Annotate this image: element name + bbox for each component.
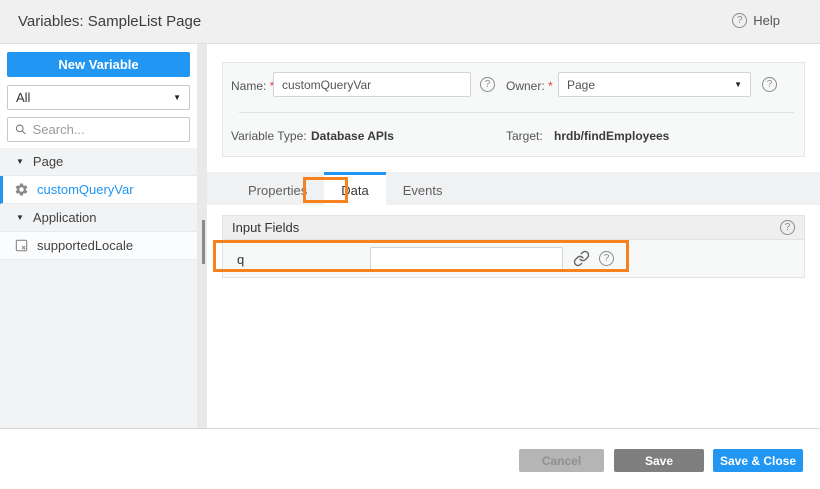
owner-label: Owner: * (506, 79, 553, 93)
page-title: Variables: SampleList Page (18, 13, 201, 30)
tree-group-label: Application (33, 210, 97, 225)
variables-tree: ▼ Page customQueryVar ▼ Application su (0, 148, 197, 428)
name-field[interactable] (273, 72, 471, 97)
search-icon (15, 123, 27, 136)
dialog-footer: Cancel Save Save & Close (0, 428, 820, 489)
help-button[interactable]: ? Help (732, 13, 780, 28)
owner-selected-value: Page (567, 78, 595, 92)
tree-item-label: customQueryVar (37, 182, 134, 197)
collapse-arrow-icon: ▼ (16, 157, 24, 166)
field-help-icon[interactable]: ? (599, 251, 614, 266)
search-input[interactable] (33, 122, 182, 137)
chevron-down-icon: ▼ (173, 93, 181, 102)
chevron-down-icon: ▼ (734, 80, 742, 89)
variable-detail-panel: Name: * ? Owner: * Page ▼ ? Variable Typ… (207, 44, 820, 428)
tree-group-application[interactable]: ▼ Application (0, 204, 197, 232)
help-icon: ? (732, 13, 747, 28)
cancel-button[interactable]: Cancel (519, 449, 604, 472)
tree-item-customqueryvar[interactable]: customQueryVar (0, 176, 197, 204)
tab-bar: Properties Data Events (207, 172, 820, 205)
variable-summary-panel: Name: * ? Owner: * Page ▼ ? Variable Typ… (222, 62, 805, 157)
dialog-header: Variables: SampleList Page ? Help (0, 0, 820, 44)
collapse-arrow-icon: ▼ (16, 213, 24, 222)
save-button[interactable]: Save (614, 449, 704, 472)
owner-help-icon[interactable]: ? (762, 77, 777, 92)
tree-group-label: Page (33, 154, 63, 169)
variable-type-label: Variable Type: (231, 129, 307, 143)
section-title: Input Fields (232, 220, 299, 235)
tree-group-page[interactable]: ▼ Page (0, 148, 197, 176)
input-fields-body: q ? (222, 240, 805, 278)
tree-item-label: supportedLocale (37, 238, 133, 253)
field-q-input[interactable] (370, 247, 563, 270)
field-q-label: q (237, 252, 244, 267)
name-label: Name: * (231, 79, 274, 93)
tab-properties[interactable]: Properties (231, 172, 324, 205)
variable-filter-dropdown[interactable]: All ▼ (7, 85, 190, 110)
tab-events[interactable]: Events (386, 172, 460, 205)
variables-sidebar: New Variable All ▼ ▼ Page customQueryVar (0, 44, 197, 428)
tab-data[interactable]: Data (324, 172, 385, 205)
locale-icon (14, 238, 29, 253)
owner-dropdown[interactable]: Page ▼ (558, 72, 751, 97)
section-help-icon[interactable]: ? (780, 220, 795, 235)
variable-type-value: Database APIs (311, 129, 394, 143)
input-fields-section: Input Fields ? q ? (222, 215, 805, 278)
bind-link-icon[interactable] (573, 250, 590, 267)
save-and-close-button[interactable]: Save & Close (713, 449, 803, 472)
scrollbar-thumb[interactable] (202, 220, 205, 264)
target-value: hrdb/findEmployees (554, 129, 669, 143)
new-variable-button[interactable]: New Variable (7, 52, 190, 77)
scrollbar-track[interactable] (197, 44, 207, 428)
gear-icon (14, 182, 29, 197)
variable-search[interactable] (7, 117, 190, 142)
input-fields-header: Input Fields ? (222, 215, 805, 240)
required-asterisk: * (548, 79, 553, 93)
help-label: Help (753, 13, 780, 28)
name-help-icon[interactable]: ? (480, 77, 495, 92)
filter-selected-value: All (16, 90, 30, 105)
target-label: Target: (506, 129, 543, 143)
divider (239, 112, 794, 113)
tree-item-supportedlocale[interactable]: supportedLocale (0, 232, 197, 260)
variables-dialog: Variables: SampleList Page ? Help New Va… (0, 0, 820, 489)
